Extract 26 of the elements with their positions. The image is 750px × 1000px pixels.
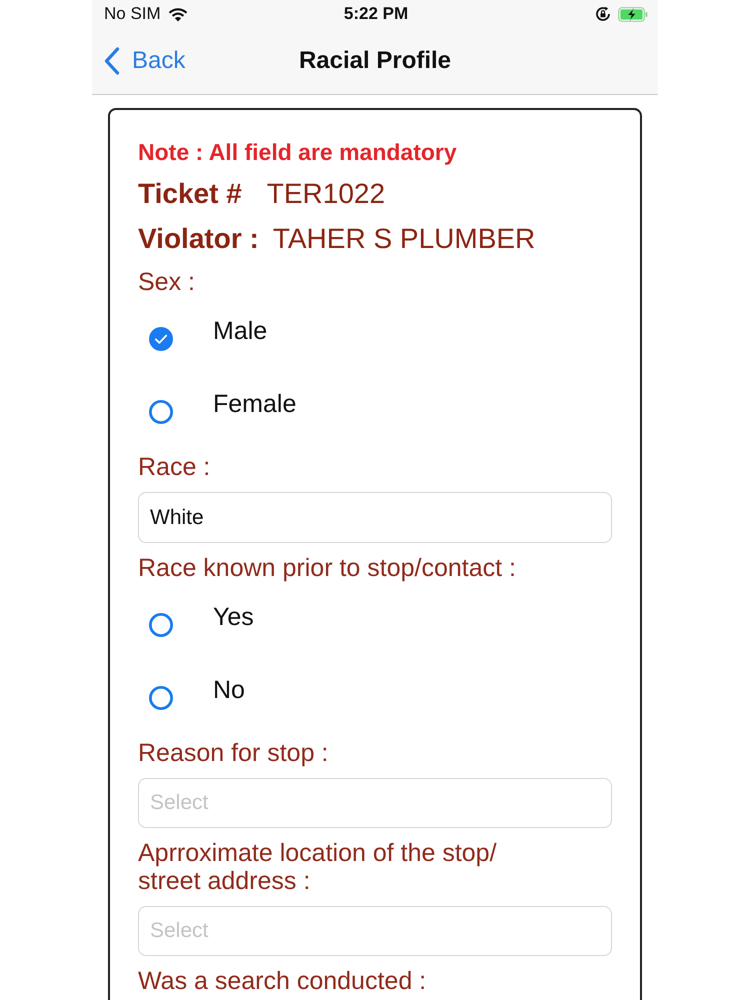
field-label: Was a search conducted : [138,967,426,995]
field-label: Race known prior to stop/contact : [138,554,516,582]
battery-charging-icon [618,6,648,22]
back-button[interactable]: Back [104,47,186,75]
carrier-label: No SIM [104,4,161,24]
radio-option[interactable]: Female [138,389,296,424]
field-label: Race : [138,453,210,481]
text-field[interactable]: White [138,492,612,543]
violator-name: TAHER S PLUMBER [272,222,536,256]
radio-option[interactable]: Male [138,316,296,351]
select-field[interactable]: Select [138,778,612,828]
clock-time: 5:22 PM [344,4,408,24]
screen-title: Racial Profile [298,47,452,75]
chevron-left-icon [104,47,120,75]
ticket-label: Ticket # [138,177,242,211]
wifi-icon [168,6,188,22]
select-field[interactable]: Select [138,906,612,956]
violator-label: Violator : [138,222,259,256]
field-label: Sex : [138,268,195,296]
mandatory-note: Note : All field are mandatory [138,138,457,166]
field-label: Reason for stop : [138,739,328,767]
ticket-number: TER1022 [266,177,386,211]
field-label: Aprroximate location of the stop/ street address : [138,839,498,895]
rotation-lock-icon [595,6,611,22]
radio-option[interactable]: No [138,675,254,710]
radio-option[interactable]: Yes [138,602,254,637]
